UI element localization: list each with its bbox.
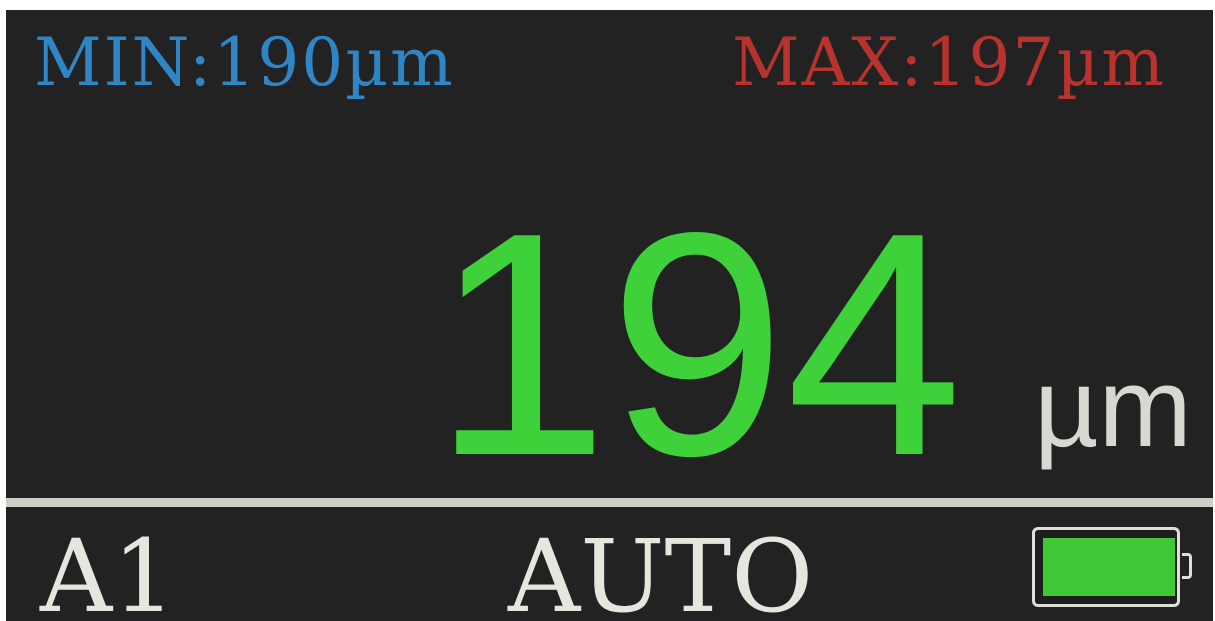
battery-body <box>1032 527 1180 607</box>
current-thickness-unit: µm <box>1034 345 1192 470</box>
measure-mode-indicator: AUTO <box>508 518 814 621</box>
status-divider <box>6 498 1213 507</box>
battery-terminal <box>1182 553 1192 579</box>
min-reading: MIN:190µm <box>34 24 455 101</box>
max-reading: MAX:197µm <box>732 24 1166 101</box>
status-bar: A1 AUTO <box>6 507 1213 621</box>
current-thickness-value: 194 <box>432 167 963 522</box>
battery-level-fill <box>1043 538 1175 596</box>
gauge-display-screen: MIN:190µm MAX:197µm 194 µm A1 AUTO <box>6 10 1213 621</box>
battery-icon <box>1032 527 1198 613</box>
channel-indicator: A1 <box>40 518 176 621</box>
